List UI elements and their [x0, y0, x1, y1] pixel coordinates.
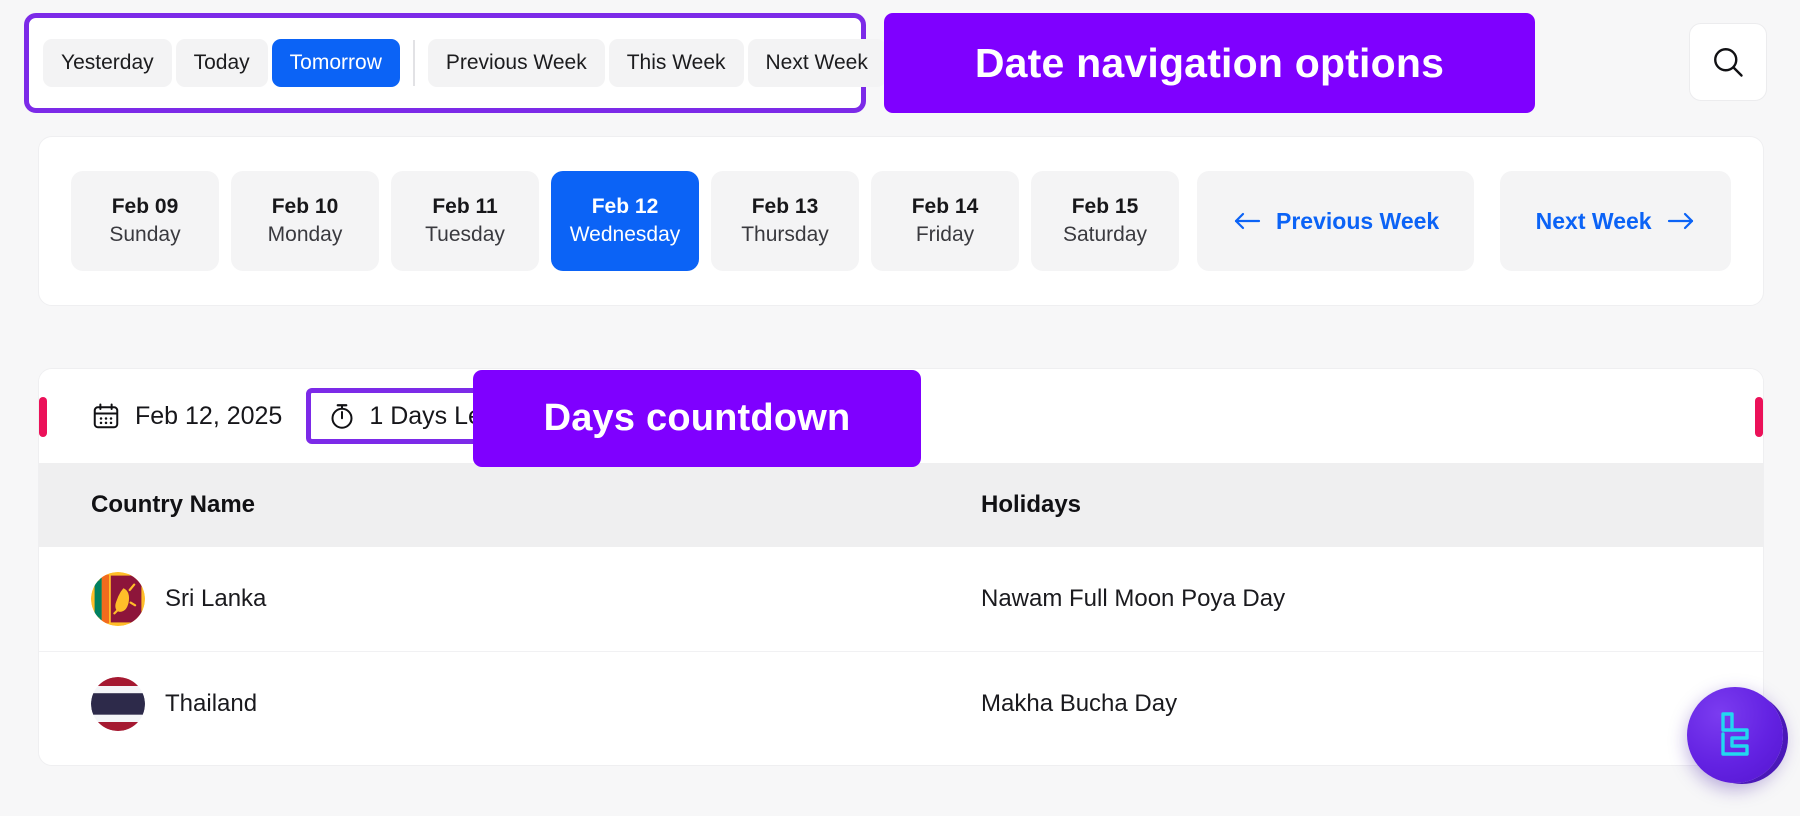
week-day-friday[interactable]: Feb 14 Friday: [871, 171, 1019, 271]
country-cell: Thailand: [63, 676, 925, 731]
app-root: Yesterday Today Tomorrow Previous Week This …: [0, 0, 1800, 816]
previous-week-button[interactable]: Previous Week: [1197, 171, 1475, 271]
flag-sri-lanka-icon: [91, 572, 145, 626]
week-day-date: Feb 11: [432, 195, 498, 218]
holiday-name: Makha Bucha Day: [981, 689, 1178, 717]
date-navigation-chip-group: Yesterday Today Tomorrow Previous Week This …: [43, 39, 886, 87]
chip-today[interactable]: Today: [175, 39, 268, 87]
arrow-right-icon: [1667, 212, 1693, 230]
selected-date-text: Feb 12, 2025: [135, 401, 283, 430]
chip-yesterday[interactable]: Yesterday: [43, 39, 172, 87]
week-day-thursday[interactable]: Feb 13 Thursday: [711, 171, 859, 271]
week-day-date: Feb 12: [591, 195, 659, 218]
country-name: Thailand: [165, 689, 258, 717]
chip-this-week[interactable]: This Week: [608, 39, 744, 87]
table-body: Sri Lanka Nawam Full Moon Poya Day Thailan…: [39, 547, 1763, 755]
week-day-name: Tuesday: [425, 223, 505, 246]
annotation-date-navigation: Date navigation options: [884, 13, 1535, 113]
annotation-days-countdown: Days countdown: [473, 370, 921, 467]
stopwatch-icon: [331, 404, 353, 429]
week-day-name: Thursday: [741, 223, 829, 246]
week-day-wednesday[interactable]: Feb 12 Wednesday: [551, 171, 699, 271]
table-row[interactable]: Sri Lanka Nawam Full Moon Poya Day: [39, 547, 1763, 651]
column-header-country: Country Name: [91, 491, 256, 518]
week-day-name: Friday: [915, 223, 975, 246]
week-day-date: Feb 13: [751, 195, 819, 218]
week-day-monday[interactable]: Feb 10 Monday: [231, 171, 379, 271]
date-navigation-toolbar: Yesterday Today Tomorrow Previous Week This …: [24, 13, 886, 113]
week-day-date: Feb 10: [271, 195, 339, 218]
chip-tomorrow[interactable]: Tomorrow: [271, 39, 400, 87]
week-day-date: Feb 14: [911, 195, 979, 218]
week-day-list: Feb 09 Sunday Feb 10 Monday Feb 11 Tuesday Feb…: [71, 171, 1179, 271]
week-day-tuesday[interactable]: Feb 11 Tuesday: [391, 171, 539, 271]
chip-previous-week[interactable]: Previous Week: [427, 39, 605, 87]
search-icon: [1714, 48, 1743, 77]
column-header-holidays: Holidays: [981, 491, 1082, 518]
week-day-sunday[interactable]: Feb 09 Sunday: [71, 171, 219, 271]
country-name: Sri Lanka: [165, 585, 267, 612]
holiday-name: Nawam Full Moon Poya Day: [981, 585, 1286, 612]
calendar-icon: [93, 403, 119, 429]
week-day-date: Feb 15: [1071, 195, 1139, 218]
accent-bar-left: [39, 397, 47, 437]
week-day-date: Feb 09: [111, 195, 179, 218]
previous-week-label: Previous Week: [1276, 207, 1440, 234]
chip-next-week[interactable]: Next Week: [747, 39, 886, 87]
table-header: Country Name Holidays: [39, 463, 1763, 547]
week-day-saturday[interactable]: Feb 15 Saturday: [1031, 171, 1179, 271]
week-day-name: Saturday: [1062, 223, 1148, 246]
brand-logo-icon: [1721, 712, 1749, 756]
accent-bar-right: [1755, 397, 1763, 437]
search-button[interactable]: [1689, 23, 1767, 101]
toolbar-divider: [412, 40, 415, 86]
arrow-left-icon: [1234, 212, 1261, 230]
country-cell: Sri Lanka: [63, 572, 925, 626]
week-day-name: Sunday: [109, 223, 181, 246]
week-day-name: Monday: [267, 223, 343, 246]
week-strip-card: Feb 09 Sunday Feb 10 Monday Feb 11 Tuesday Feb…: [38, 136, 1764, 306]
next-week-label: Next Week: [1535, 207, 1652, 234]
flag-thailand-icon: [91, 676, 145, 731]
next-week-button[interactable]: Next Week: [1500, 171, 1731, 271]
week-day-name: Wednesday: [569, 223, 681, 246]
table-row[interactable]: Thailand Makha Bucha Day: [39, 651, 1763, 755]
selected-date: Feb 12, 2025: [91, 401, 282, 431]
assistant-fab-button[interactable]: [1687, 687, 1783, 783]
